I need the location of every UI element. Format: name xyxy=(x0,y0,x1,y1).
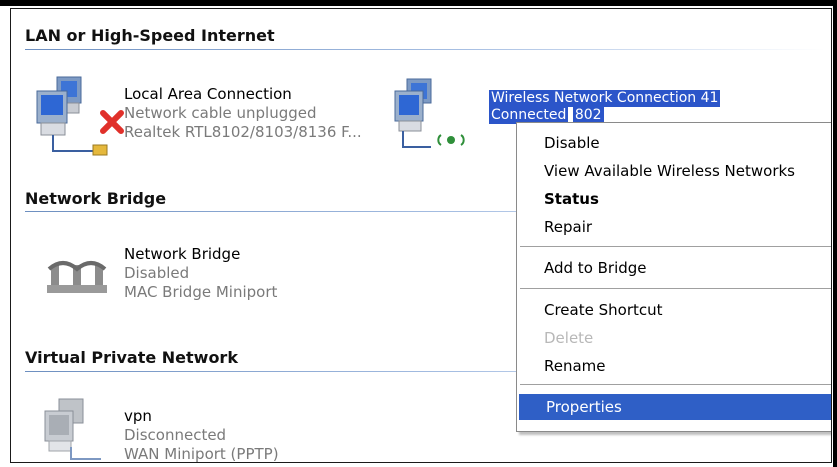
local-area-connection-text: Local Area Connection Network cable unpl… xyxy=(124,85,362,142)
connection-device: MAC Bridge Miniport xyxy=(124,283,278,301)
network-bridge-icon xyxy=(47,261,107,293)
menu-item-repair[interactable]: Repair xyxy=(517,214,831,240)
connection-name: Wireless Network Connection 41 xyxy=(489,90,721,107)
connection-name: vpn xyxy=(124,407,152,425)
connection-device: WAN Miniport (PPTP) xyxy=(124,445,279,463)
connections-pane: LAN or High-Speed Internet Local Area Co… xyxy=(10,8,832,463)
wireless-computer-icon xyxy=(394,78,465,148)
network-connections-window: LAN or High-Speed Internet Local Area Co… xyxy=(0,0,837,467)
menu-separator xyxy=(520,288,831,289)
menu-item-view-wireless-networks[interactable]: View Available Wireless Networks xyxy=(517,158,831,184)
right-border xyxy=(833,0,837,467)
connection-status: Disabled xyxy=(124,264,190,282)
connection-status: Network cable unplugged xyxy=(124,104,317,122)
section-header-lan: LAN or High-Speed Internet xyxy=(25,26,275,45)
connection-device: Realtek RTL8102/8103/8136 F... xyxy=(124,123,362,141)
vpn-text: vpn Disconnected WAN Miniport (PPTP) xyxy=(124,407,279,463)
connection-name: Network Bridge xyxy=(124,245,241,263)
menu-separator xyxy=(520,246,831,247)
menu-item-disable[interactable]: Disable xyxy=(517,130,831,156)
connection-name: Local Area Connection xyxy=(124,85,292,103)
top-border xyxy=(0,0,837,6)
menu-separator xyxy=(520,384,831,385)
wireless-connection-text: Wireless Network Connection 41 Connected… xyxy=(489,90,721,124)
vpn-computer-icon xyxy=(44,398,101,460)
section-divider xyxy=(25,49,825,50)
menu-item-delete: Delete xyxy=(544,329,594,347)
connection-status: Disconnected xyxy=(124,426,227,444)
menu-item-add-to-bridge[interactable]: Add to Bridge xyxy=(517,255,831,281)
network-bridge-text: Network Bridge Disabled MAC Bridge Minip… xyxy=(124,245,277,302)
menu-item-status[interactable]: Status xyxy=(517,186,831,212)
red-x-icon xyxy=(100,110,124,134)
menu-item-rename[interactable]: Rename xyxy=(517,353,831,379)
context-menu: Disable View Available Wireless Networks… xyxy=(516,122,831,432)
menu-item-create-shortcut[interactable]: Create Shortcut xyxy=(517,297,831,323)
menu-item-properties[interactable]: Properties xyxy=(519,394,831,420)
